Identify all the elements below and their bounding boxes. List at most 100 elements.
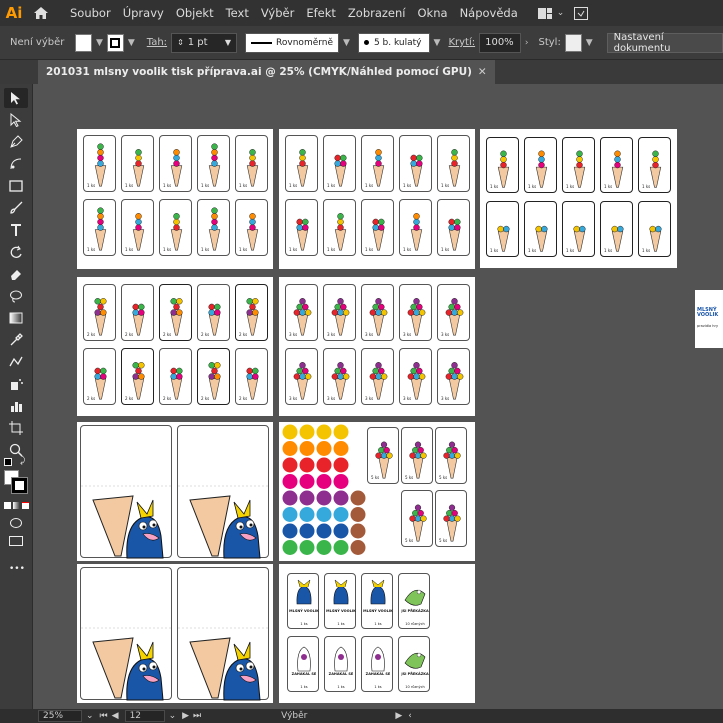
column-graph-tool[interactable] xyxy=(4,396,28,416)
lasso-tool[interactable] xyxy=(4,286,28,306)
card-1-4[interactable]: 1 ks xyxy=(235,135,268,192)
card-2-7[interactable]: 1 ks xyxy=(361,199,394,256)
color-icon[interactable] xyxy=(4,502,11,509)
color-mode-buttons[interactable] xyxy=(4,502,29,509)
eyedropper-tool[interactable] xyxy=(4,330,28,350)
direct-selection-tool[interactable] xyxy=(4,110,28,130)
stroke-weight-field[interactable]: ⇕ 1 pt ▼ xyxy=(171,32,238,53)
card-1-7[interactable]: 1 ks xyxy=(159,199,192,256)
blend-tool[interactable] xyxy=(4,352,28,372)
card-5-8[interactable]: 3 ks xyxy=(399,348,432,405)
card-5-0[interactable]: 3 ks xyxy=(285,284,318,341)
artboard-7[interactable]: 5 ks 5 ks 5 ks 5 ks 5 ks xyxy=(279,422,475,561)
stepper-icon[interactable]: ⇕ xyxy=(177,38,184,47)
menu-item-0[interactable]: Soubor xyxy=(64,0,117,26)
card-5-7[interactable]: 3 ks xyxy=(361,348,394,405)
card-3-2[interactable]: 1 ks xyxy=(562,137,595,193)
card-3-9[interactable]: 1 ks xyxy=(638,201,671,257)
character-card[interactable]: ZAHAKAL SE 1 ks xyxy=(287,636,319,692)
card-4-9[interactable]: 2 ks xyxy=(235,348,268,405)
zoom-field[interactable]: 25% xyxy=(38,710,82,722)
status-menu-icon[interactable]: ▶ xyxy=(395,711,402,721)
default-colors-icon[interactable] xyxy=(4,458,12,466)
none-icon[interactable] xyxy=(22,502,29,509)
menu-item-1[interactable]: Úpravy xyxy=(117,0,170,26)
card-4-8[interactable]: 2 ks xyxy=(197,348,230,405)
side-rules-card[interactable]: MLSNÝ VOOLIK pravidla hry xyxy=(695,290,723,348)
screen-mode-icon[interactable] xyxy=(9,536,23,546)
rectangle-tool[interactable] xyxy=(4,176,28,196)
chevron-down-icon[interactable]: ▼ xyxy=(225,38,231,47)
scroll-left-icon[interactable]: ‹ xyxy=(408,711,412,721)
character-card[interactable]: ZAHAKAL SE 1 ks xyxy=(361,636,393,692)
rotate-tool[interactable] xyxy=(4,242,28,262)
card-2-4[interactable]: 1 ks xyxy=(437,135,470,192)
first-artboard-icon[interactable]: ⏮ xyxy=(100,711,108,721)
opacity-field[interactable]: 100% xyxy=(479,32,521,53)
character-card[interactable]: ZAHAKAL SE 1 ks xyxy=(324,636,356,692)
card-2-0[interactable]: 1 ks xyxy=(285,135,318,192)
menu-item-8[interactable]: Nápověda xyxy=(454,0,524,26)
chevron-down-icon[interactable]: ▼ xyxy=(343,38,350,48)
curvature-tool[interactable] xyxy=(4,154,28,174)
card-3-1[interactable]: 1 ks xyxy=(524,137,557,193)
home-button[interactable] xyxy=(28,0,54,26)
card-2-2[interactable]: 1 ks xyxy=(361,135,394,192)
artboard-3[interactable]: 1 ks 1 ks 1 ks 1 ks 1 ks 1 ks 1 ks 1 ks 1 ks 1 ks xyxy=(480,129,677,268)
card-1-9[interactable]: 1 ks xyxy=(235,199,268,256)
card-4-7[interactable]: 2 ks xyxy=(159,348,192,405)
card-1-8[interactable]: 1 ks xyxy=(197,199,230,256)
card-1-2[interactable]: 1 ks xyxy=(159,135,192,192)
canvas[interactable]: 1 ks 1 ks 1 ks 1 ks 1 ks 1 ks 1 ks 1 ks 1 ks 1 ks… xyxy=(33,84,723,709)
character-card[interactable]: JSI PŘEKÁZKA 10 různých xyxy=(398,573,430,629)
card-4-5[interactable]: 2 ks xyxy=(83,348,116,405)
card-5-6[interactable]: 3 ks xyxy=(323,348,356,405)
bird-card[interactable] xyxy=(80,567,173,701)
stroke-color-box[interactable] xyxy=(11,477,28,494)
selection-tool[interactable] xyxy=(4,88,28,108)
card-3-7[interactable]: 1 ks xyxy=(562,201,595,257)
gradient-swatch-icon[interactable] xyxy=(13,502,20,509)
card-4-3[interactable]: 2 ks xyxy=(197,284,230,341)
card-2-3[interactable]: 1 ks xyxy=(399,135,432,192)
artboard-5[interactable]: 3 ks 3 ks 3 ks 3 ks 3 ks 3 ks 3 ks 3 ks 3 ks 3 ks xyxy=(279,277,475,416)
artboard-2[interactable]: 1 ks 1 ks 1 ks 1 ks 1 ks 1 ks 1 ks 1 ks 1 ks 1 ks xyxy=(279,129,475,269)
card-5-5[interactable]: 3 ks xyxy=(285,348,318,405)
card-2-1[interactable]: 1 ks xyxy=(323,135,356,192)
artboard-1[interactable]: 1 ks 1 ks 1 ks 1 ks 1 ks 1 ks 1 ks 1 ks 1 ks 1 ks xyxy=(77,129,273,269)
card-2-9[interactable]: 1 ks xyxy=(437,199,470,256)
card-5-2[interactable]: 3 ks xyxy=(361,284,394,341)
menu-item-2[interactable]: Objekt xyxy=(170,0,220,26)
card-3-4[interactable]: 1 ks xyxy=(638,137,671,193)
card-7-2[interactable]: 5 ks xyxy=(435,427,467,484)
card-7-3[interactable]: 5 ks xyxy=(401,490,433,547)
character-card[interactable]: MLSNÝ VOOLIK 1 ks xyxy=(287,573,319,629)
card-1-5[interactable]: 1 ks xyxy=(83,199,116,256)
menu-item-7[interactable]: Okna xyxy=(412,0,454,26)
card-7-0[interactable]: 5 ks xyxy=(367,427,399,484)
card-3-6[interactable]: 1 ks xyxy=(524,201,557,257)
card-4-2[interactable]: 2 ks xyxy=(159,284,192,341)
close-icon[interactable]: ✕ xyxy=(478,66,487,78)
card-4-1[interactable]: 2 ks xyxy=(121,284,154,341)
card-2-6[interactable]: 1 ks xyxy=(323,199,356,256)
next-artboard-icon[interactable]: ▶ xyxy=(182,711,189,721)
chevron-down-icon[interactable]: ▼ xyxy=(128,38,135,48)
menu-item-6[interactable]: Zobrazení xyxy=(342,0,412,26)
card-3-5[interactable]: 1 ks xyxy=(486,201,519,257)
chevron-right-icon[interactable]: › xyxy=(525,38,529,48)
bird-card[interactable] xyxy=(80,425,173,559)
graphic-style-swatch[interactable] xyxy=(564,33,582,52)
card-5-1[interactable]: 3 ks xyxy=(323,284,356,341)
artboard-tool[interactable] xyxy=(4,418,28,438)
document-setup-button[interactable]: Nastavení dokumentu xyxy=(606,32,723,54)
chevron-down-icon[interactable]: ⌄ xyxy=(86,711,94,721)
menu-item-5[interactable]: Efekt xyxy=(300,0,342,26)
card-5-3[interactable]: 3 ks xyxy=(399,284,432,341)
bird-card[interactable] xyxy=(177,567,270,701)
card-1-6[interactable]: 1 ks xyxy=(121,199,154,256)
variable-width-profile[interactable]: Rovnoměrně xyxy=(245,32,340,53)
card-2-5[interactable]: 1 ks xyxy=(285,199,318,256)
card-4-4[interactable]: 2 ks xyxy=(235,284,268,341)
card-4-0[interactable]: 2 ks xyxy=(83,284,116,341)
